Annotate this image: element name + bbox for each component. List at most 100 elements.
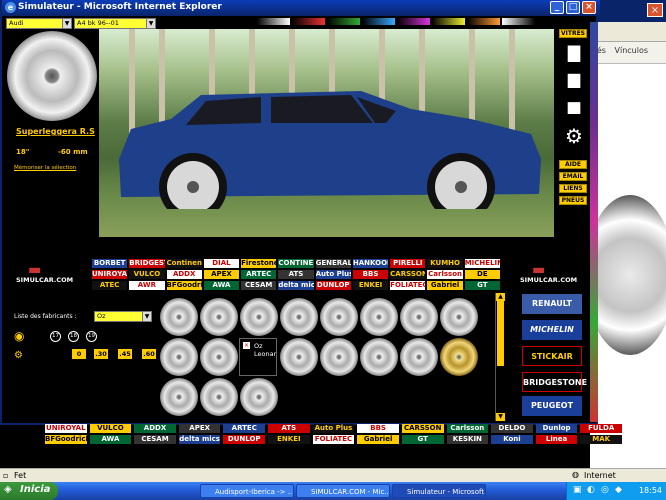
background-sponsor-logo[interactable]: BBS bbox=[357, 424, 399, 433]
manufacturer-select[interactable]: Oz ▼ bbox=[94, 311, 152, 322]
sponsor-logo[interactable]: BFGoodrich bbox=[166, 281, 202, 290]
sponsor-logo[interactable]: KUMHO bbox=[427, 259, 463, 268]
background-sponsor-logo[interactable]: BFGoodrich bbox=[45, 435, 87, 444]
sponsor-logo[interactable]: CARSSON bbox=[390, 270, 426, 279]
wheel-grid-scrollbar[interactable]: ▲ ▼ bbox=[495, 293, 505, 421]
wheel-option[interactable] bbox=[200, 338, 238, 376]
close-button[interactable]: × bbox=[582, 1, 596, 14]
task-simulateur[interactable]: Simulateur - Microsoft... bbox=[392, 484, 486, 498]
background-sponsor-logo[interactable]: KESKIN bbox=[446, 435, 489, 444]
sponsor-logo[interactable]: DIAL bbox=[203, 259, 240, 268]
scroll-up-arrow-icon[interactable]: ▲ bbox=[496, 293, 505, 301]
wheel-option[interactable] bbox=[240, 298, 278, 336]
background-sponsor-logo[interactable]: MAK bbox=[580, 435, 622, 444]
wheel-option[interactable] bbox=[200, 298, 238, 336]
wheel-option[interactable] bbox=[400, 298, 438, 336]
background-sponsor-logo[interactable]: DELDO bbox=[491, 424, 533, 433]
sponsor-logo[interactable]: ADDX bbox=[166, 270, 202, 279]
wheel-option[interactable] bbox=[280, 338, 318, 376]
sponsor-logo[interactable]: VULCO bbox=[129, 270, 165, 279]
sponsor-logo[interactable]: BRIDGESTONE bbox=[129, 259, 165, 268]
wheel-option[interactable] bbox=[160, 338, 198, 376]
background-sponsor-logo[interactable]: Auto Plus bbox=[312, 424, 355, 433]
sponsor-logo[interactable]: GENERAL TIRE bbox=[315, 259, 351, 268]
background-sponsor-logo[interactable]: Carlsson bbox=[446, 424, 489, 433]
background-sponsor-logo[interactable]: ADDX bbox=[134, 424, 176, 433]
rim-size-17[interactable]: 17 bbox=[50, 331, 61, 342]
sponsor-logo[interactable]: GT bbox=[464, 281, 500, 290]
offset-30-button[interactable]: .30 bbox=[94, 349, 108, 359]
wheel-option[interactable] bbox=[320, 298, 358, 336]
network-icon[interactable]: ▣ bbox=[573, 485, 582, 495]
liens-button[interactable]: LIENS bbox=[559, 184, 587, 193]
wheel-option[interactable] bbox=[360, 298, 398, 336]
sponsor-logo[interactable]: delta mics bbox=[278, 281, 314, 290]
sponsor-logo[interactable]: MICHELIN bbox=[464, 259, 500, 268]
sponsor-logo[interactable]: Firestone bbox=[241, 259, 277, 268]
minimize-button[interactable]: _ bbox=[550, 1, 564, 14]
vitres-button[interactable]: VITRES bbox=[559, 29, 587, 38]
sponsor-logo[interactable]: HANKOOK bbox=[352, 259, 389, 268]
offset-60-button[interactable]: .60 bbox=[142, 349, 156, 359]
brand-michelin[interactable]: MICHELIN bbox=[522, 320, 582, 340]
color-swatch-orange[interactable] bbox=[467, 18, 500, 25]
sponsor-logo[interactable]: BORBET bbox=[92, 259, 128, 268]
background-sponsor-logo[interactable]: Dunlop bbox=[535, 424, 578, 433]
sponsor-logo[interactable]: AWA bbox=[203, 281, 240, 290]
shield-icon[interactable]: ◆ bbox=[615, 485, 622, 495]
make-select[interactable]: Audi ▼ bbox=[6, 18, 72, 29]
suv-view-icon[interactable]: ▆ bbox=[560, 68, 588, 90]
rim-size-19[interactable]: 19 bbox=[86, 331, 97, 342]
wheel-option[interactable] bbox=[360, 338, 398, 376]
background-close-button[interactable]: × bbox=[647, 3, 663, 17]
color-swatch-green[interactable] bbox=[327, 18, 360, 25]
volume-icon[interactable]: ◐ bbox=[587, 485, 595, 495]
background-sponsor-logo[interactable]: APEX bbox=[178, 424, 221, 433]
background-sponsor-logo[interactable]: DUNLOP bbox=[223, 435, 266, 444]
sponsor-logo[interactable]: CONTINENTAL bbox=[278, 259, 314, 268]
maximize-button[interactable]: □ bbox=[566, 1, 580, 14]
color-swatch-gray[interactable] bbox=[257, 18, 290, 25]
pneus-button[interactable]: PNEUS bbox=[559, 196, 587, 205]
task-simulcar[interactable]: SIMULCAR.COM - Mic... bbox=[296, 484, 390, 498]
color-swatch-yellow[interactable] bbox=[432, 18, 465, 25]
color-swatch-cyan[interactable] bbox=[362, 18, 395, 25]
wheel-option[interactable] bbox=[440, 338, 478, 376]
background-sponsor-logo[interactable]: FOLIATEC bbox=[312, 435, 355, 444]
color-swatch-magenta[interactable] bbox=[397, 18, 430, 25]
sponsor-logo[interactable]: CESAM bbox=[241, 281, 277, 290]
wheel-option[interactable] bbox=[400, 338, 438, 376]
sponsor-logo[interactable]: BBS bbox=[352, 270, 389, 279]
sponsor-logo[interactable]: ENKEI bbox=[352, 281, 389, 290]
brand-bridgestone[interactable]: BRIDGESTONE bbox=[522, 372, 587, 392]
wheel-option[interactable] bbox=[280, 298, 318, 336]
offset-0-button[interactable]: 0 bbox=[72, 349, 86, 359]
background-sponsor-logo[interactable]: FULDA bbox=[580, 424, 622, 433]
start-button[interactable]: ◈ Inicia bbox=[0, 482, 58, 500]
wheel-option[interactable] bbox=[200, 378, 238, 416]
wheel-option[interactable] bbox=[440, 298, 478, 336]
scroll-down-arrow-icon[interactable]: ▼ bbox=[496, 413, 505, 421]
background-sponsor-logo[interactable]: ARTEC bbox=[223, 424, 266, 433]
email-button[interactable]: EMAIL bbox=[559, 172, 587, 181]
sponsor-logo[interactable]: Gabriel bbox=[427, 281, 463, 290]
wheel-option[interactable] bbox=[320, 338, 358, 376]
sponsor-logo[interactable]: DUNLOP bbox=[315, 281, 351, 290]
sponsor-logo[interactable]: ARTEC bbox=[241, 270, 277, 279]
wheel-option[interactable] bbox=[160, 298, 198, 336]
memorize-selection-link[interactable]: Mémoriser la sélection bbox=[14, 165, 76, 171]
color-swatch-white[interactable] bbox=[502, 18, 535, 25]
security-icon[interactable]: ◎ bbox=[601, 485, 609, 495]
wheel-option[interactable] bbox=[160, 378, 198, 416]
background-sponsor-logo[interactable]: ATS bbox=[268, 424, 310, 433]
sponsor-logo[interactable]: APEX bbox=[203, 270, 240, 279]
truck-view-icon[interactable]: ▇ bbox=[560, 42, 588, 64]
brand-renault[interactable]: RENAULT bbox=[522, 294, 582, 314]
model-select[interactable]: A4 bk 96--01 ▼ bbox=[74, 18, 156, 29]
sponsor-logo[interactable]: ATS bbox=[278, 270, 314, 279]
background-sponsor-logo[interactable]: GT bbox=[401, 435, 444, 444]
brand-peugeot[interactable]: PEUGEOT bbox=[522, 396, 582, 416]
aide-button[interactable]: AIDE bbox=[559, 160, 587, 169]
brand-stickair[interactable]: STICKAIR bbox=[522, 346, 582, 366]
sponsor-logo[interactable]: Continental bbox=[166, 259, 202, 268]
